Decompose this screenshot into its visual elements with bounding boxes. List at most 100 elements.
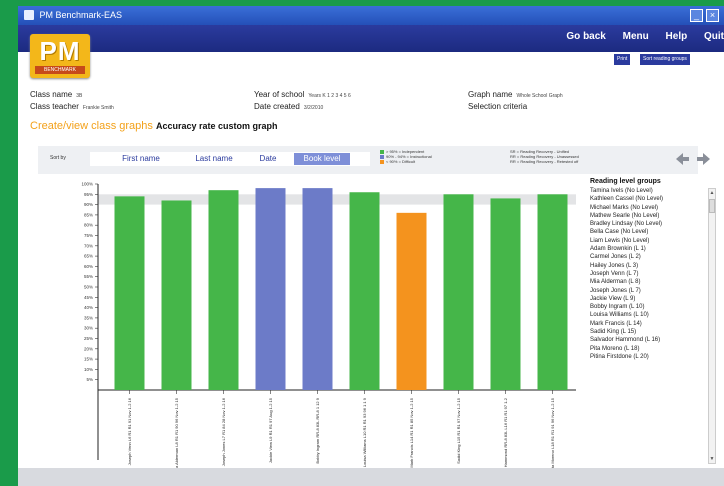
y-tick-label: 15% [84,357,93,362]
quit-link[interactable]: Quit [704,31,724,42]
menu-link[interactable]: Menu [623,31,649,42]
class-name-field: Class name 3B [30,90,83,99]
y-tick-label: 25% [84,336,93,341]
legend-item: < 90% = Difficult [380,159,432,164]
chart-bar [114,196,145,390]
y-tick-label: 40% [84,305,93,310]
reading-group-item[interactable]: Louisa Williams (L 10) [590,311,718,319]
y-tick-label: 75% [84,233,93,238]
scroll-thumb[interactable] [709,199,715,213]
print-button[interactable]: Print [614,54,631,65]
reading-group-item[interactable]: Mia Alderman (L 8) [590,278,718,286]
app-icon [24,10,34,20]
scroll-up-icon[interactable]: ▲ [709,189,715,197]
reading-group-item[interactable]: Bradley Lindsay (No Level) [590,220,718,228]
x-category-label: Pita Moreno L18 R1 R1 91 96 Nov 1-2 15 [550,397,555,468]
reading-group-item[interactable]: Liam Lewis (No Level) [590,237,718,245]
reading-group-item[interactable]: Joseph Venn (L 7) [590,270,718,278]
chart-bar [443,194,474,390]
reading-group-item[interactable]: Carmel Jones (L 2) [590,253,718,261]
arrow-right-icon[interactable] [696,151,712,167]
y-tick-label: 55% [84,274,93,279]
sort-date-button[interactable]: Date [252,153,284,165]
y-tick-label: 50% [84,285,93,290]
minimize-button[interactable]: _ [690,9,703,22]
reading-group-item[interactable]: Adam Brownkin (L 1) [590,245,718,253]
x-category-label: Joseph Venn L6 R1 R1 91 Nov 1-2 16 [127,397,132,465]
reading-groups-scrollbar[interactable]: ▲ ▼ [708,188,716,464]
y-tick-label: 85% [84,212,93,217]
y-tick-label: 70% [84,243,93,248]
window-title: PM Benchmark-EAS [39,10,123,20]
close-button[interactable]: × [706,9,719,22]
sort-last-name-button[interactable]: Last name [184,153,244,165]
title-bar: PM Benchmark-EAS _ × [18,6,724,25]
sort-first-name-button[interactable]: First name [110,153,172,165]
y-tick-label: 100% [81,182,93,187]
y-tick-label: 20% [84,346,93,351]
reading-group-item[interactable]: Salvador Hammond (L 16) [590,336,718,344]
page-title: Create/view class graphs [30,120,153,132]
year-of-school-field: Year of school Years K 1 2 3 4 5 6 [254,90,351,99]
x-category-label: Bobby Ingram RR-8 83L RR-8 1 12 9 [315,397,320,463]
y-tick-label: 80% [84,223,93,228]
reading-group-item[interactable]: Hailey Jones (L 3) [590,262,718,270]
reading-group-item[interactable]: Mark Francis (L 14) [590,320,718,328]
x-category-label: Mark Francis L14 R1 R1 85 Nov 1-2 15 [409,397,414,467]
y-tick-label: 65% [84,254,93,259]
chart-bar [490,198,521,390]
reading-group-item[interactable]: Sadid King (L 15) [590,328,718,336]
x-category-label: Louisa Williams L10 R1 R1 93 96 1 1 9 [362,397,367,467]
legend-codes: SR = Reading Recovery - Unified RR = Rea… [510,149,579,164]
class-teacher-field: Class teacher Frankie Smith [30,102,114,111]
reading-group-item[interactable]: Pita Moreno (L 18) [590,345,718,353]
reading-group-item[interactable]: Jackie View (L 9) [590,295,718,303]
y-tick-label: 30% [84,326,93,331]
help-link[interactable]: Help [666,31,688,42]
graph-name-field: Graph name Whole School Graph [468,90,563,99]
chart-bar [349,192,380,390]
accuracy-bar-chart: 100% 95% 90% 85% 80% 75% 70% 65% 60% 55% 50% 45% 40%… [64,178,584,468]
reading-group-item[interactable]: Mathew Searle (No Level) [590,212,718,220]
page-heading: Create/view class graphs Accuracy rate c… [30,120,278,132]
selection-criteria-field: Selection criteria [468,102,528,111]
x-category-label: Mia Alderman L8 R1 R1 90 96 Nov 1-2 15 [174,397,179,468]
sort-buttons: First name Last name Date Book level [90,152,370,166]
sort-reading-groups-button[interactable]: Sort reading groups [640,54,690,65]
chart-bar [537,194,568,390]
reading-group-item[interactable]: Joseph Jones (L 7) [590,287,718,295]
x-category-label: Jackie View L9 R1 R1 97 Aug 1-2 15 [268,397,273,463]
reading-group-item[interactable]: Tamina Ivels (No Level) [590,187,718,195]
pm-logo: PM BENCHMARK [30,34,90,78]
reading-group-item[interactable]: Bobby Ingram (L 10) [590,303,718,311]
reading-group-item[interactable]: Bella Case (No Level) [590,228,718,236]
chart-bar [208,190,239,390]
y-tick-label: 90% [84,202,93,207]
chart-bar [161,200,192,390]
sort-book-level-button[interactable]: Book level [294,153,350,165]
y-tick-label: 95% [84,192,93,197]
go-back-link[interactable]: Go back [566,31,605,42]
nav-bar: Go back Menu Help Quit [18,25,724,52]
date-created-field: Date created 3/2/2010 [254,102,324,111]
y-tick-label: 5% [86,377,93,382]
sort-by-label: Sort by [50,155,66,161]
x-category-label: Joseph Jones L7 R1 84 28 Nov 1-2 16 [221,397,226,466]
chart-bar [396,212,427,390]
reading-groups-list: Tamina Ivels (No Level) Kathleen Cassel (… [590,187,718,361]
legend-colors: > 95% = Independent 90% - 94% = Instruct… [380,149,432,164]
y-tick-label: 45% [84,295,93,300]
reading-group-item[interactable]: Pitina Firstdone (L 20) [590,353,718,361]
chart-bar [302,188,333,390]
scroll-down-icon[interactable]: ▼ [709,455,715,463]
x-category-label: Salvador Hammond RR-8 83L L16 R1 R1 97 1… [503,397,508,468]
y-tick-label: 35% [84,315,93,320]
sort-bar: Sort by First name Last name Date Book l… [38,146,698,174]
reading-group-item[interactable]: Kathleen Cassel (No Level) [590,195,718,203]
arrow-left-icon[interactable] [674,151,690,167]
reading-group-item[interactable]: Michael Marks (No Level) [590,204,718,212]
chart-bar [255,188,286,390]
reading-groups-panel: Reading level groups Tamina Ivels (No Le… [590,178,718,468]
app-window: PM Benchmark-EAS _ × Go back Menu Help Q… [18,6,724,486]
bottom-band [18,468,724,486]
